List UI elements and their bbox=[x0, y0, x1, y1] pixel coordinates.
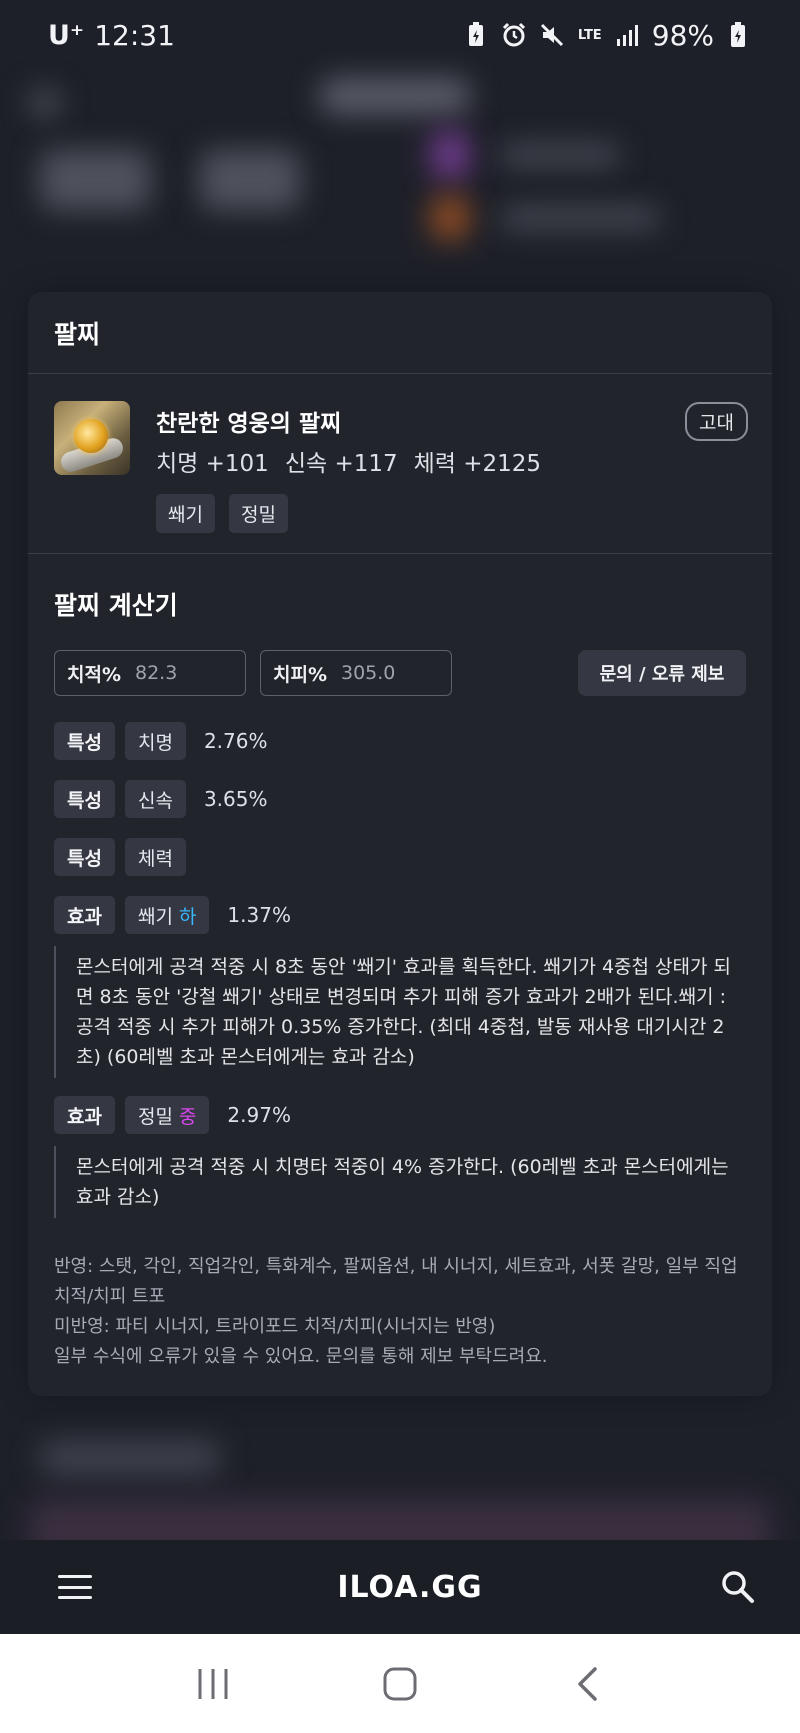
row-value: 2.76% bbox=[203, 729, 268, 753]
battery-icon bbox=[724, 21, 752, 49]
row-type: 특성 bbox=[54, 780, 115, 818]
crit-rate-input[interactable]: 치적% 82.3 bbox=[54, 650, 246, 696]
crit-damage-label: 치피% bbox=[273, 663, 327, 686]
calculator-inputs: 치적% 82.3 치피% 305.0 문의 / 오류 제보 bbox=[54, 650, 746, 698]
stat-row: 특성 체력 bbox=[54, 838, 746, 876]
effect-type: 효과 bbox=[54, 1096, 115, 1134]
effect-value: 1.37% bbox=[227, 903, 291, 927]
effect-row: 효과 정밀 중 2.97% bbox=[54, 1096, 746, 1134]
row-value: 3.65% bbox=[203, 787, 268, 811]
system-nav-bar bbox=[0, 1634, 800, 1733]
effect-name-label: 정밀 bbox=[137, 1105, 173, 1128]
stat-row: 특성 치명 2.76% bbox=[54, 722, 746, 760]
report-button[interactable]: 문의 / 오류 제보 bbox=[578, 650, 746, 696]
brand-logo[interactable]: ILOA.GG bbox=[337, 1570, 482, 1605]
note-applied: 반영: 스탯, 각인, 직업각인, 특화계수, 팔찌옵션, 내 시너지, 세트효… bbox=[54, 1256, 738, 1307]
crit-rate-value: 82.3 bbox=[135, 662, 178, 684]
mute-icon bbox=[538, 21, 566, 49]
effect-value: 2.97% bbox=[227, 1103, 291, 1127]
signal-icon bbox=[614, 21, 642, 49]
search-icon[interactable] bbox=[720, 1569, 756, 1605]
stat-vitality: 체력 +2125 bbox=[413, 451, 542, 477]
stat-row: 특성 신속 3.65% bbox=[54, 780, 746, 818]
crit-rate-label: 치적% bbox=[67, 663, 121, 686]
bracelet-item: 찬란한 영웅의 팔찌 치명 +101 신속 +117 체력 +2125 고대 쐐… bbox=[28, 374, 772, 554]
tag-wedge: 쐐기 bbox=[156, 494, 215, 533]
battery-saver-icon bbox=[462, 21, 490, 49]
bracelet-card: 팔찌 찬란한 영웅의 팔찌 치명 +101 신속 +117 체력 +2125 고… bbox=[28, 292, 772, 1396]
effect-description: 몬스터에게 공격 적중 시 8초 동안 '쐐기' 효과를 획득한다. 쐐기가 4… bbox=[54, 946, 746, 1078]
section-title: 팔찌 bbox=[28, 292, 772, 374]
effect-level: 중 bbox=[178, 1105, 197, 1128]
row-type: 특성 bbox=[54, 838, 115, 876]
effect-row: 효과 쐐기 하 1.37% bbox=[54, 896, 746, 934]
crit-damage-value: 305.0 bbox=[341, 662, 396, 684]
grade-badge: 고대 bbox=[685, 402, 748, 441]
status-left: U⁺ 12:31 bbox=[48, 19, 175, 52]
bottom-nav: ILOA.GG bbox=[0, 1540, 800, 1634]
calculator-title: 팔찌 계산기 bbox=[54, 591, 178, 620]
network-label: LTE bbox=[577, 27, 602, 43]
bracelet-icon bbox=[54, 401, 130, 475]
carrier-label: U⁺ bbox=[48, 19, 85, 51]
lte-icon: LTE bbox=[576, 21, 604, 49]
item-name: 찬란한 영웅의 팔찌 bbox=[156, 411, 342, 437]
calculator: 팔찌 계산기 치적% 82.3 치피% 305.0 문의 / 오류 제보 특성 … bbox=[28, 554, 772, 1372]
effect-name-label: 쐐기 bbox=[137, 905, 173, 928]
stat-swiftness: 신속 +117 bbox=[284, 451, 398, 477]
row-name: 신속 bbox=[124, 780, 186, 818]
row-name: 치명 bbox=[124, 722, 186, 760]
effect-name: 쐐기 하 bbox=[124, 896, 210, 934]
recent-apps-icon[interactable] bbox=[183, 1659, 243, 1709]
stat-crit: 치명 +101 bbox=[156, 451, 269, 477]
row-type: 특성 bbox=[54, 722, 115, 760]
battery-percent: 98% bbox=[651, 18, 714, 52]
effect-type: 효과 bbox=[54, 896, 115, 934]
back-icon[interactable] bbox=[557, 1659, 617, 1709]
effect-level: 하 bbox=[178, 905, 197, 928]
menu-icon[interactable] bbox=[58, 1575, 92, 1599]
alarm-icon bbox=[500, 21, 528, 49]
note-disclaimer: 일부 수식에 오류가 있을 수 있어요. 문의를 통해 제보 부탁드려요. bbox=[54, 1346, 548, 1367]
tag-precision: 정밀 bbox=[228, 494, 288, 533]
item-tags: 쐐기 정밀 bbox=[156, 494, 288, 533]
crit-damage-input[interactable]: 치피% 305.0 bbox=[260, 650, 452, 696]
clock: 12:31 bbox=[94, 18, 175, 52]
status-bar: U⁺ 12:31 LTE 98% bbox=[0, 0, 800, 70]
home-icon[interactable] bbox=[370, 1659, 430, 1709]
item-stats: 치명 +101 신속 +117 체력 +2125 bbox=[156, 444, 541, 478]
effect-name: 정밀 중 bbox=[124, 1096, 210, 1134]
note-not-applied: 미반영: 파티 시너지, 트라이포드 치적/치피(시너지는 반영) bbox=[54, 1316, 496, 1337]
calculator-notes: 반영: 스탯, 각인, 직업각인, 특화계수, 팔찌옵션, 내 시너지, 세트효… bbox=[54, 1252, 746, 1372]
row-name: 체력 bbox=[124, 838, 186, 876]
status-right: LTE 98% bbox=[462, 19, 752, 52]
effect-description: 몬스터에게 공격 적중 시 치명타 적중이 4% 증가한다. (60레벨 초과 … bbox=[54, 1146, 746, 1218]
